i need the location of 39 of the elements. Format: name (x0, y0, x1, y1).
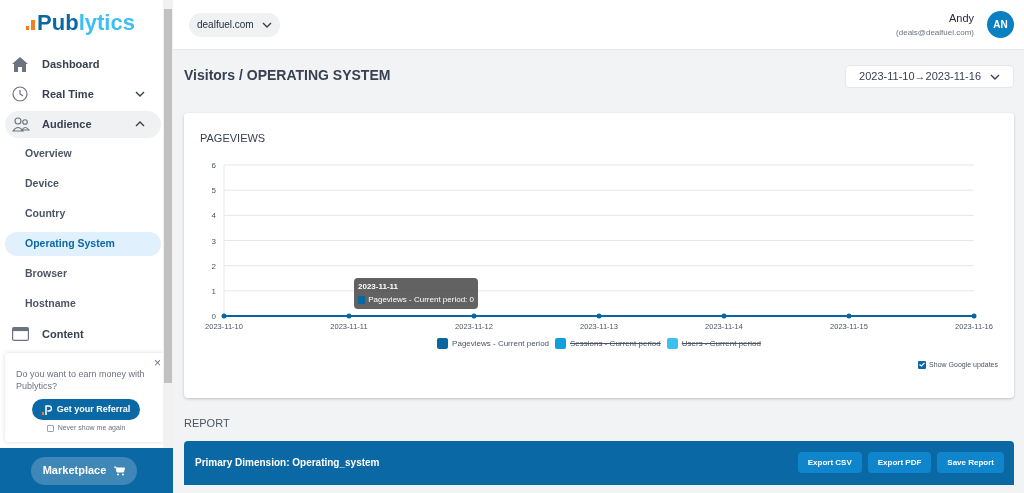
legend-label[interactable]: Users - Current period (681, 337, 761, 350)
logo[interactable]: Publytics (26, 12, 135, 34)
sidebar-subitem[interactable]: Browser (5, 262, 161, 286)
tooltip-title: 2023-11-11 (358, 280, 400, 292)
page-title: Visitors / OPERATING SYSTEM (184, 66, 391, 85)
sidebar-subitem[interactable]: Operating System (5, 232, 161, 256)
referral-text: Do you want to earn money with Publytics? (16, 368, 146, 392)
sidebar-subitem[interactable]: Overview (5, 142, 161, 166)
y-tick-label: 6 (211, 160, 216, 170)
y-tick-label: 4 (211, 210, 216, 220)
referral-button[interactable]: Get your Referral (31, 399, 141, 420)
y-tick-label: 3 (211, 236, 216, 245)
sidebar-item[interactable]: Content (5, 320, 161, 348)
tooltip-text: Pageviews - Current period: 0 (368, 294, 474, 305)
legend-label[interactable]: Pageviews - Current period (452, 337, 550, 350)
sidebar-subitem[interactable]: Device (5, 172, 161, 196)
user-avatar[interactable]: AN (987, 11, 1014, 38)
user-name: Andy (948, 11, 974, 27)
section-title: REPORT (184, 416, 231, 431)
site-selector[interactable]: dealfuel.com (189, 12, 280, 37)
y-tick-label: 2 (211, 261, 216, 271)
chart-title: PAGEVIEWS (200, 131, 267, 146)
sidebar-item[interactable]: Dashboard (5, 50, 161, 78)
y-tick-label: 0 (211, 311, 216, 321)
sidebar-item[interactable]: Real Time (5, 80, 161, 108)
legend-label[interactable]: Sessions - Current period (570, 337, 661, 350)
close-button[interactable]: × (154, 357, 161, 369)
report-button[interactable]: Export CSV (797, 452, 862, 473)
date-range-picker[interactable]: 2023-11-10→2023-11-16 (845, 65, 1014, 88)
sidebar-subitem[interactable]: Country (5, 202, 161, 226)
sidebar-subitem[interactable]: Hostname (5, 292, 161, 316)
y-tick-label: 5 (211, 185, 216, 195)
marketplace-button[interactable]: Marketplace (30, 456, 138, 485)
y-tick-label: 1 (211, 286, 216, 296)
report-dimension: Primary Dimension: Operating_system (195, 456, 380, 470)
report-button[interactable]: Save Report (937, 452, 1004, 473)
report-button[interactable]: Export PDF (867, 452, 932, 473)
user-email: (deals@dealfuel.com) (896, 26, 974, 39)
sidebar-item[interactable]: Audience (5, 110, 161, 138)
